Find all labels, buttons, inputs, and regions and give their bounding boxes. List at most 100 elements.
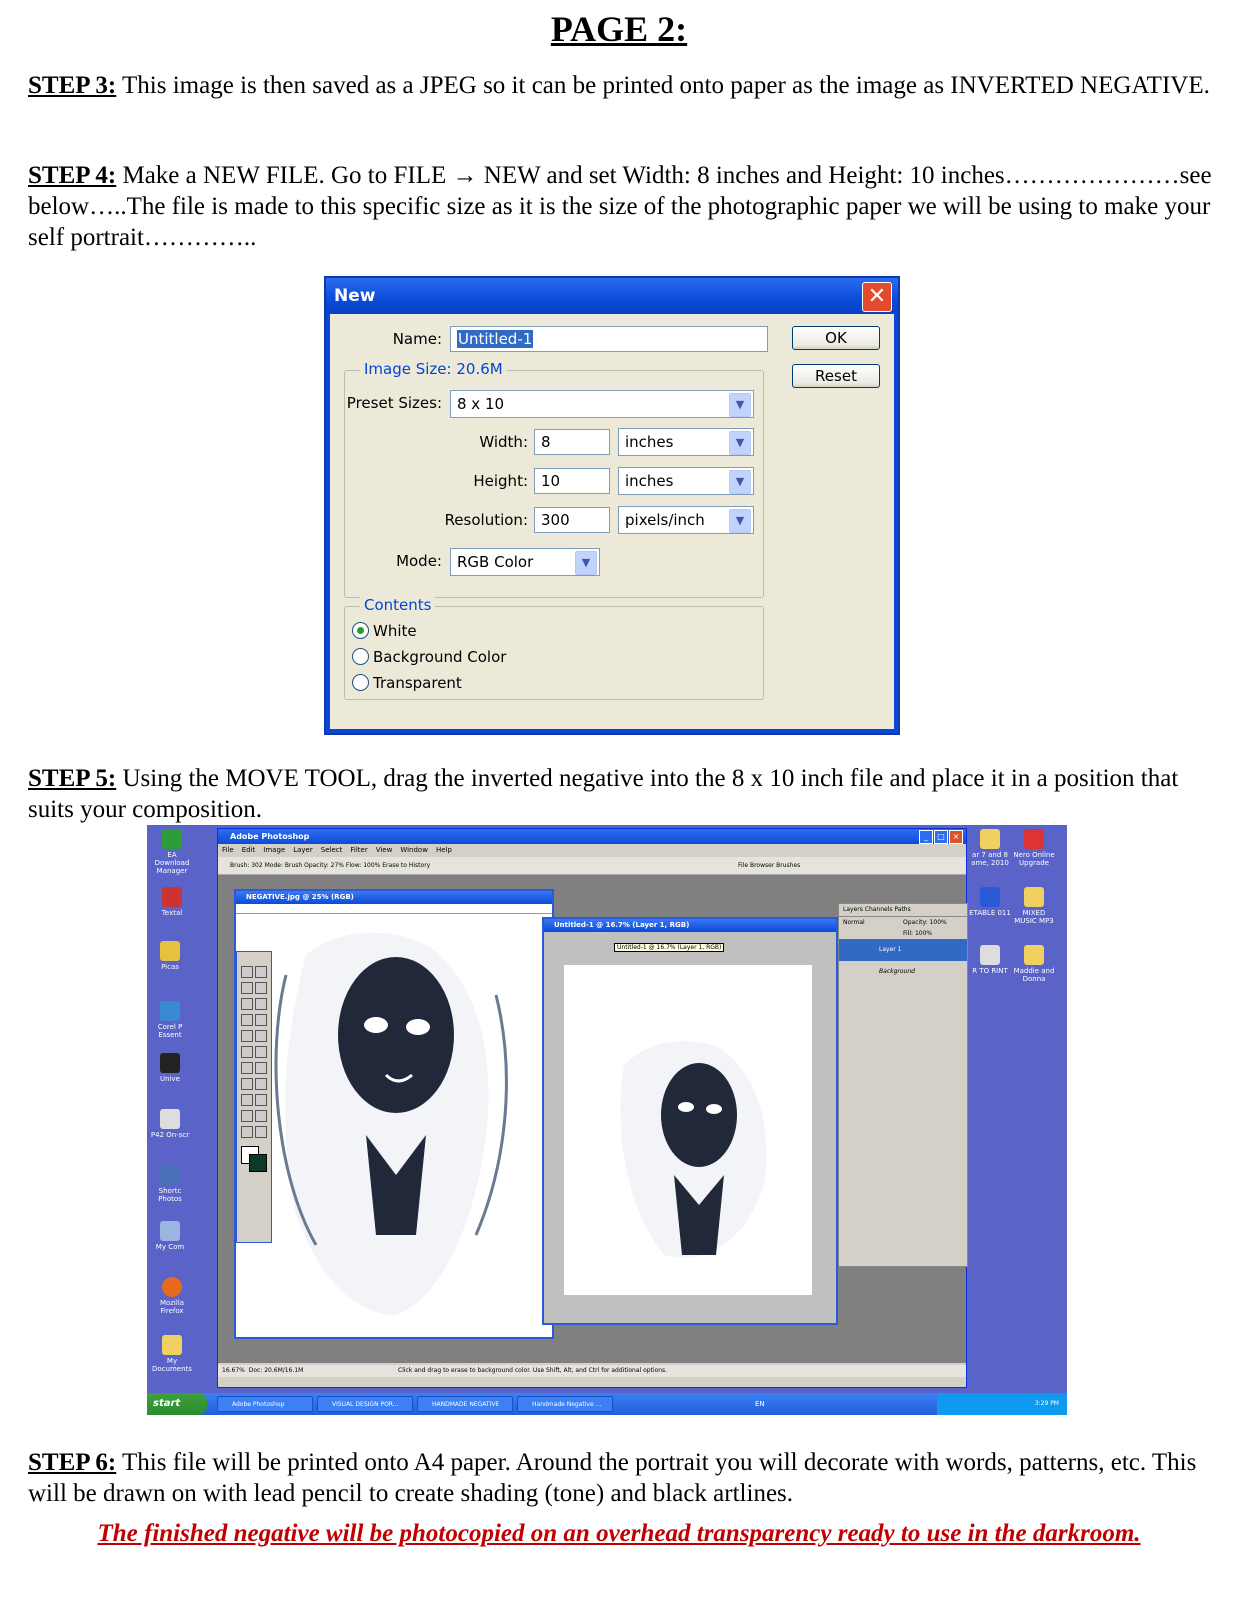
palette-tabs[interactable]: File Browser Brushes — [738, 857, 800, 874]
desktop-icon-label: Textal — [161, 909, 183, 917]
my-documents-icon[interactable]: My Documents — [149, 1335, 195, 1373]
firefox-icon[interactable]: Mozilla Firefox — [149, 1277, 195, 1315]
desktop-icon[interactable]: Picas — [147, 941, 193, 971]
layers-tabs[interactable]: Layers Channels Paths — [839, 904, 967, 917]
desktop-icon[interactable]: Corel P Essent — [147, 1001, 193, 1039]
desktop-icon-label: Shortc Photos — [158, 1187, 182, 1203]
document-title: Untitled-1 @ 16.7% (Layer 1, RGB) — [544, 919, 836, 932]
menu-filter[interactable]: Filter — [350, 846, 367, 854]
desktop-icon[interactable]: Shortc Photos — [147, 1165, 193, 1203]
menu-window[interactable]: Window — [400, 846, 428, 854]
slice-tool-icon[interactable] — [255, 998, 267, 1010]
radio-transparent[interactable]: Transparent — [352, 674, 462, 692]
blend-mode[interactable]: Normal — [843, 919, 865, 926]
preset-select[interactable]: 8 x 10 ▼ — [450, 390, 754, 418]
layer-row-layer1[interactable]: Layer 1 — [839, 939, 967, 961]
dodge-tool-icon[interactable] — [255, 1062, 267, 1074]
crop-tool-icon[interactable] — [241, 998, 253, 1010]
zoom-tool-icon[interactable] — [255, 1126, 267, 1138]
desktop-icon[interactable]: ETABLE 011 — [967, 887, 1013, 917]
photoshop-window: Adobe Photoshop _ □ × File Edit Image Layer Se… — [217, 828, 968, 1388]
type-tool-icon[interactable] — [255, 1078, 267, 1090]
resolution-input[interactable]: 300 — [534, 507, 610, 533]
step-5-label: STEP 5: — [28, 765, 117, 792]
workspace: NEGATIVE.jpg @ 25% (RGB) Untitled-1 @ 16… — [218, 875, 968, 1363]
desktop-icon[interactable]: My Com — [147, 1221, 193, 1251]
menu-view[interactable]: View — [376, 846, 393, 854]
desktop-icon[interactable]: Maddie and Donna — [1011, 945, 1057, 983]
desktop-icon[interactable]: Nero Online Upgrade — [1011, 829, 1057, 867]
notes-tool-icon[interactable] — [241, 1110, 253, 1122]
desktop-icon[interactable]: R TO RINT — [967, 945, 1013, 975]
blur-tool-icon[interactable] — [241, 1062, 253, 1074]
menu-layer[interactable]: Layer — [293, 846, 313, 854]
eyedropper-icon[interactable] — [255, 1110, 267, 1122]
taskbar-item[interactable]: Handmade Negative ... — [517, 1396, 613, 1412]
opacity-value[interactable]: Opacity: 100% — [903, 917, 947, 928]
pencil-tool-icon[interactable] — [255, 1014, 267, 1026]
taskbar-item[interactable]: Adobe Photoshop — [217, 1396, 313, 1412]
step-6: STEP 6: This file will be printed onto A… — [28, 1447, 1213, 1509]
chevron-down-icon: ▼ — [729, 393, 751, 417]
menu-select[interactable]: Select — [321, 846, 343, 854]
desktop-icon[interactable]: P42 On-scr — [147, 1109, 193, 1139]
desktop-icon-label: P42 On-scr — [150, 1131, 190, 1139]
desktop-icon-label: R TO RINT — [972, 967, 1008, 975]
inverted-portrait-image — [246, 915, 548, 1333]
negative-document-window[interactable]: NEGATIVE.jpg @ 25% (RGB) — [234, 889, 554, 1339]
start-button[interactable]: start — [147, 1393, 207, 1415]
layer-row-background[interactable]: Background — [839, 961, 967, 983]
magic-wand-icon[interactable] — [255, 982, 267, 994]
desktop-icon[interactable]: EA Download Manager — [149, 829, 195, 875]
name-field[interactable]: Untitled-1 — [450, 326, 768, 352]
height-unit-select[interactable]: inches ▼ — [618, 467, 754, 495]
step-3: STEP 3: This image is then saved as a JP… — [28, 70, 1213, 101]
reset-button[interactable]: Reset — [792, 364, 880, 388]
width-input[interactable]: 8 — [534, 429, 610, 455]
fill-tool-icon[interactable] — [255, 1046, 267, 1058]
background-color-swatch[interactable] — [249, 1154, 267, 1172]
height-label: Height: — [473, 472, 528, 490]
resolution-unit-select[interactable]: pixels/inch ▼ — [618, 506, 754, 534]
eraser-tool-icon[interactable] — [241, 1046, 253, 1058]
maximize-icon[interactable]: □ — [934, 830, 948, 844]
height-unit: inches — [625, 472, 674, 490]
desktop-icon[interactable]: ar 7 and 8 ame, 2010 — [967, 829, 1013, 867]
image-size-label: Image Size: 20.6M — [360, 360, 507, 378]
close-icon[interactable]: ✕ — [862, 282, 892, 312]
minimize-icon[interactable]: _ — [919, 830, 933, 844]
move-tool-icon[interactable] — [255, 966, 267, 978]
shape-tool-icon[interactable] — [255, 1094, 267, 1106]
page-title: PAGE 2: — [550, 9, 688, 49]
ok-button[interactable]: OK — [792, 326, 880, 350]
mode-select[interactable]: RGB Color ▼ — [450, 548, 600, 576]
language-indicator[interactable]: EN — [755, 1393, 765, 1415]
radio-white[interactable]: White — [352, 622, 417, 640]
desktop-icon[interactable]: MIXED MUSIC MP3 — [1011, 887, 1057, 925]
untitled-document-window[interactable]: Untitled-1 @ 16.7% (Layer 1, RGB) Untitl… — [542, 917, 838, 1325]
path-select-icon[interactable] — [241, 1078, 253, 1090]
menu-help[interactable]: Help — [436, 846, 452, 854]
taskbar: start Adobe Photoshop VISUAL DESIGN POR.… — [147, 1393, 1067, 1415]
lasso-tool-icon[interactable] — [241, 982, 253, 994]
menu-edit[interactable]: Edit — [242, 846, 256, 854]
brush-tool-icon[interactable] — [241, 1014, 253, 1026]
fill-value[interactable]: Fill: 100% — [839, 928, 967, 939]
height-input[interactable]: 10 — [534, 468, 610, 494]
history-brush-icon[interactable] — [255, 1030, 267, 1042]
menu-file[interactable]: File — [222, 846, 234, 854]
radio-background-color[interactable]: Background Color — [352, 648, 506, 666]
darkroom-warning: The finished negative will be photocopie… — [97, 1520, 1141, 1547]
desktop-icon[interactable]: Unive — [147, 1053, 193, 1083]
taskbar-item[interactable]: VISUAL DESIGN POR... — [317, 1396, 413, 1412]
marquee-tool-icon[interactable] — [241, 966, 253, 978]
hand-tool-icon[interactable] — [241, 1126, 253, 1138]
pen-tool-icon[interactable] — [241, 1094, 253, 1106]
stamp-tool-icon[interactable] — [241, 1030, 253, 1042]
desktop-icon[interactable]: Textal — [149, 887, 195, 917]
close-icon[interactable]: × — [949, 830, 963, 844]
width-unit-select[interactable]: inches ▼ — [618, 428, 754, 456]
radio-icon — [352, 674, 369, 691]
taskbar-item[interactable]: HANDMADE NEGATIVE — [417, 1396, 513, 1412]
menu-image[interactable]: Image — [263, 846, 285, 854]
